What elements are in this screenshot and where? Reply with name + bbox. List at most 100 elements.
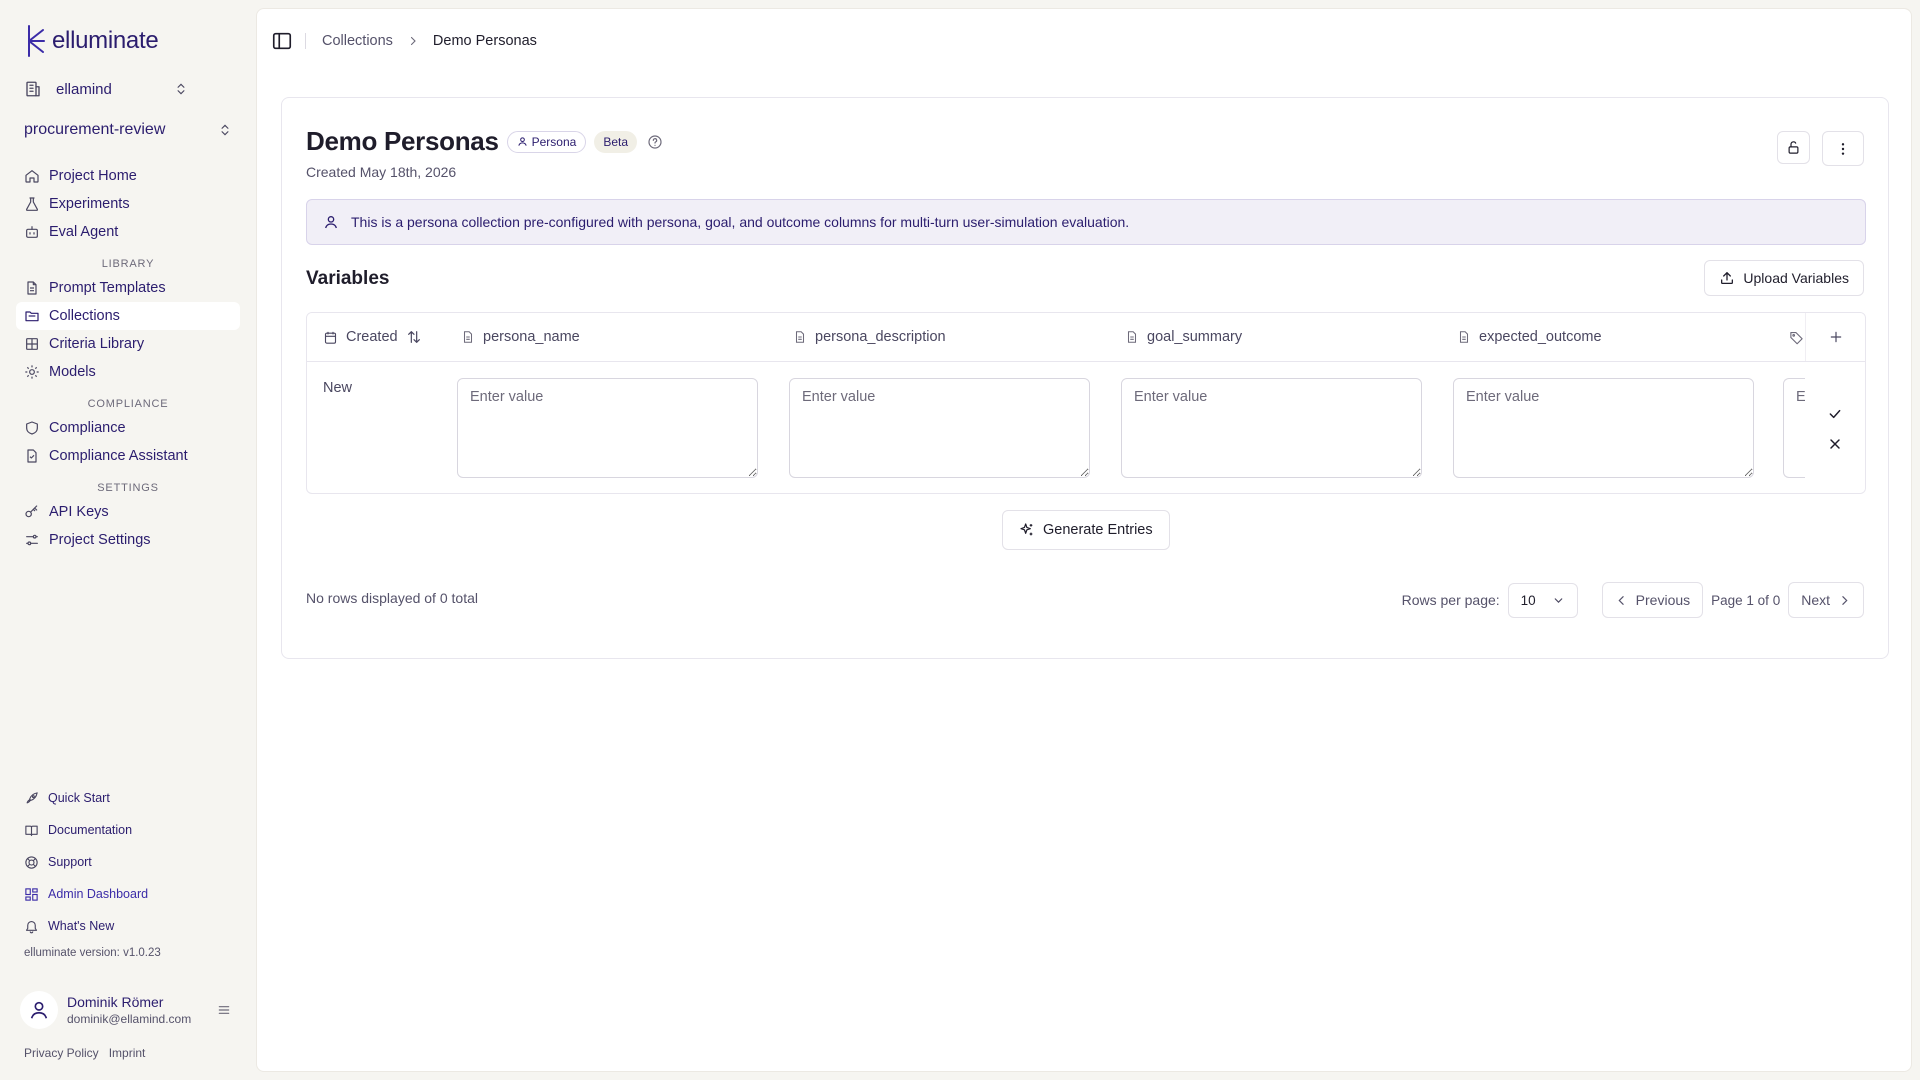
sidebar-item-collections[interactable]: Collections [16,302,240,330]
calendar-icon [323,330,338,345]
doc-icon [793,330,807,344]
title-row: Demo Personas Persona Beta [306,126,663,157]
rocket-icon [24,791,39,806]
generate-entries-button[interactable]: Generate Entries [1002,510,1170,550]
sidebar-item-label: Project Settings [49,532,151,548]
user-profile[interactable]: Dominik Römer dominik@ellamind.com [20,988,232,1032]
legal-links: Privacy Policy Imprint [24,1046,145,1060]
imprint-link[interactable]: Imprint [109,1046,146,1060]
column-header-created[interactable]: Created [323,313,422,361]
sidebar-item-models[interactable]: Models [16,358,240,386]
user-icon [323,214,339,230]
avatar [20,991,58,1029]
generate-entries-label: Generate Entries [1043,522,1153,538]
previous-page-button[interactable]: Previous [1601,582,1704,618]
sidebar-item-support[interactable]: Support [16,846,240,878]
bot-icon [24,224,40,240]
beta-badge: Beta [594,130,638,153]
created-date: Created May 18th, 2026 [306,164,457,180]
expected-outcome-input[interactable] [1453,378,1754,478]
sidebar-item-experiments[interactable]: Experiments [16,190,240,218]
sidebar-nav: Project Home Experiments Eval Agent LIBR… [16,162,240,554]
sidebar-item-label: Models [49,364,96,380]
sparkles-icon [1019,522,1035,538]
table-header: Created persona_name persona_description… [307,313,1865,362]
rows-per-page-select[interactable]: 10 [1507,582,1578,618]
type-badge: Persona [506,130,587,153]
org-switcher[interactable]: ellamind [24,77,188,101]
column-header-persona-description[interactable]: persona_description [793,313,946,361]
folder-icon [24,308,40,324]
sidebar-item-label: Admin Dashboard [48,887,149,901]
add-column-button[interactable] [1805,313,1865,361]
sidebar-item-label: API Keys [49,504,109,520]
section-label-library: LIBRARY [101,258,155,270]
sidebar-item-compliance-assistant[interactable]: Compliance Assistant [16,442,240,470]
help-circle-icon[interactable] [647,134,663,150]
sidebar-item-documentation[interactable]: Documentation [16,814,240,846]
tag-icon [1789,330,1804,345]
sort-arrows-icon[interactable] [406,329,422,345]
type-badge-label: Persona [531,134,577,149]
column-header-tag[interactable] [1789,313,1804,361]
sidebar-item-project-settings[interactable]: Project Settings [16,526,240,554]
info-banner-text: This is a persona collection pre-configu… [351,214,1130,230]
column-label: persona_description [815,329,946,345]
section-label-settings: SETTINGS [97,482,159,494]
sidebar-item-project-home[interactable]: Project Home [16,162,240,190]
flask-icon [24,196,40,212]
privacy-policy-link[interactable]: Privacy Policy [24,1046,99,1060]
sidebar-item-label: Prompt Templates [49,280,166,296]
sidebar-item-criteria-library[interactable]: Criteria Library [16,330,240,358]
sidebar-item-eval-agent[interactable]: Eval Agent [16,218,240,246]
goal-summary-input[interactable] [1121,378,1422,478]
logo-mark-icon [24,24,46,58]
org-name: ellamind [56,80,112,98]
column-header-expected-outcome[interactable]: expected_outcome [1457,313,1602,361]
persona-name-input[interactable] [457,378,758,478]
app-logo[interactable]: elluminate [24,24,159,58]
main-panel: Collections Demo Personas Demo Personas … [256,8,1912,1072]
next-page-button[interactable]: Next [1788,582,1864,618]
header-actions [1777,131,1864,166]
grid-icon [24,887,39,902]
user-email: dominik@ellamind.com [67,1012,192,1026]
doc-icon [1457,330,1471,344]
close-icon[interactable] [1827,436,1843,452]
sidebar-toggle-icon[interactable] [271,30,293,52]
chevron-right-icon [407,35,419,47]
sidebar-item-quick-start[interactable]: Quick Start [16,782,240,814]
more-options-button[interactable] [1822,131,1864,166]
doc-icon [461,330,475,344]
file-icon [24,280,40,296]
chevrons-updown-icon [174,82,188,96]
variables-title: Variables [306,268,390,289]
topbar: Collections Demo Personas [271,29,537,53]
sidebar-item-api-keys[interactable]: API Keys [16,498,240,526]
sidebar-item-prompt-templates[interactable]: Prompt Templates [16,274,240,302]
menu-icon[interactable] [216,1002,232,1018]
breadcrumb-collections[interactable]: Collections [322,33,393,49]
persona-description-input[interactable] [789,378,1090,478]
sidebar-item-label: Documentation [48,823,133,837]
column-header-persona-name[interactable]: persona_name [461,313,580,361]
check-icon[interactable] [1827,406,1843,422]
bell-icon [24,919,39,934]
chevron-left-icon [1615,594,1628,607]
unlock-icon [1786,140,1801,155]
row-actions [1805,362,1865,493]
rows-per-page-label: Rows per page: [1401,592,1500,608]
sidebar-item-admin-dashboard[interactable]: Admin Dashboard [16,878,240,910]
file-check-icon [24,448,40,464]
book-icon [24,823,39,838]
chevron-down-icon [1552,594,1565,607]
building-icon [24,80,42,98]
column-header-goal-summary[interactable]: goal_summary [1125,313,1242,361]
sidebar-item-compliance[interactable]: Compliance [16,414,240,442]
upload-variables-button[interactable]: Upload Variables [1704,260,1864,296]
column-label: persona_name [483,329,580,345]
sidebar-item-whats-new[interactable]: What's New [16,910,240,942]
home-icon [24,168,40,184]
lock-button[interactable] [1777,131,1810,164]
project-switcher[interactable]: procurement-review [24,118,232,142]
